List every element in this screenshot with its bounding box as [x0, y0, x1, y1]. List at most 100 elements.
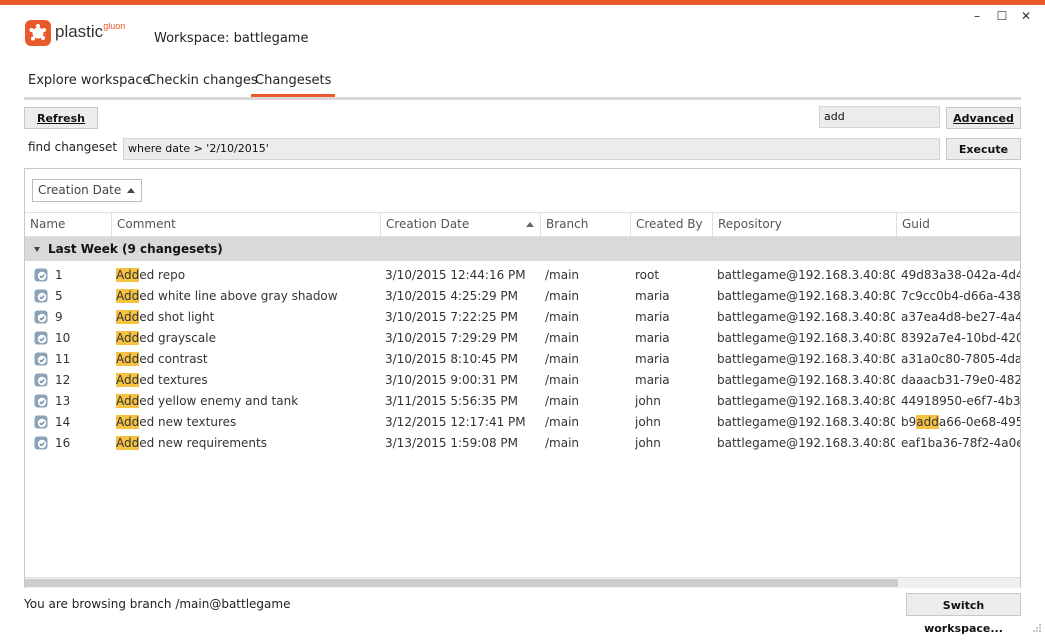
search-highlight: Add [116, 289, 140, 303]
group-label: Last Week (9 changesets) [48, 242, 223, 256]
plastic-logo-icon [25, 20, 51, 46]
group-by-select[interactable]: Creation Date [32, 179, 142, 202]
column-name[interactable]: Name [25, 213, 112, 236]
table-row[interactable]: 13 Added yellow enemy and tank 3/11/2015 5… [25, 391, 1020, 412]
scrollbar-thumb[interactable] [25, 579, 898, 587]
cell-comment: Added new requirements [116, 436, 267, 450]
status-text: You are browsing branch /main@battlegame [24, 597, 291, 611]
cell-guid: 7c9cc0b4-d66a-4385- [901, 289, 1020, 303]
tab-checkin-changes[interactable]: Checkin changes [147, 72, 258, 94]
tab-explore-workspace[interactable]: Explore workspace [28, 72, 151, 94]
tab-changesets[interactable]: Changesets [251, 72, 336, 97]
table-row[interactable]: 10 Added grayscale 3/10/2015 7:29:29 PM/ma… [25, 328, 1020, 349]
refresh-button[interactable]: Refresh [24, 107, 98, 129]
group-row-last-week[interactable]: Last Week (9 changesets) [25, 237, 1020, 261]
table-row[interactable]: 5 Added white line above gray shadow 3/10/… [25, 286, 1020, 307]
cell-date: 3/10/2015 7:22:25 PM [385, 310, 519, 324]
cell-created-by: maria [635, 352, 670, 366]
cell-comment: Added new textures [116, 415, 237, 429]
cell-name: 9 [55, 310, 63, 324]
search-highlight: Add [116, 331, 140, 345]
cell-created-by: root [635, 268, 660, 282]
changeset-icon [34, 415, 48, 429]
cell-created-by: maria [635, 289, 670, 303]
close-button[interactable]: ✕ [1016, 8, 1036, 24]
cell-name: 12 [55, 373, 71, 387]
cell-branch: /main [545, 415, 580, 429]
cell-branch: /main [545, 394, 580, 408]
cell-created-by: john [635, 436, 661, 450]
cell-name: 1 [55, 268, 63, 282]
sort-ascending-icon [526, 222, 534, 227]
cell-created-by: john [635, 394, 661, 408]
cell-branch: /main [545, 331, 580, 345]
changeset-icon [34, 436, 48, 450]
search-highlight: Add [116, 352, 140, 366]
column-repository[interactable]: Repository [713, 213, 897, 236]
minimize-button[interactable]: – [967, 8, 987, 24]
cell-repository: battlegame@192.168.3.40:8087 [717, 289, 895, 303]
search-highlight: Add [116, 373, 140, 387]
cell-repository: battlegame@192.168.3.40:8087 [717, 310, 895, 324]
table-row[interactable]: 9 Added shot light 3/10/2015 7:22:25 PM/ma… [25, 307, 1020, 328]
cell-guid: 49d83a38-042a-4d4c [901, 268, 1020, 282]
cell-guid: b9adda66-0e68-4957 [901, 415, 1020, 429]
horizontal-scrollbar[interactable] [25, 577, 1020, 588]
cell-name: 10 [55, 331, 71, 345]
changeset-icon [34, 331, 48, 345]
resize-grip-icon[interactable] [1032, 623, 1042, 633]
table-row[interactable]: 11 Added contrast 3/10/2015 8:10:45 PM/mai… [25, 349, 1020, 370]
table-row[interactable]: 12 Added textures 3/10/2015 9:00:31 PM/mai… [25, 370, 1020, 391]
changeset-icon [34, 352, 48, 366]
cell-name: 16 [55, 436, 71, 450]
column-created-by[interactable]: Created By [631, 213, 713, 236]
cell-repository: battlegame@192.168.3.40:8087 [717, 415, 895, 429]
table-row[interactable]: 16 Added new requirements 3/13/2015 1:59:0… [25, 433, 1020, 454]
cell-created-by: maria [635, 310, 670, 324]
table-row[interactable]: 1 Added repo 3/10/2015 12:44:16 PM/main roo… [25, 265, 1020, 286]
find-changeset-label: find changeset [28, 140, 118, 154]
advanced-button[interactable]: Advanced [946, 107, 1021, 129]
cell-repository: battlegame@192.168.3.40:8087 [717, 352, 895, 366]
cell-created-by: maria [635, 373, 670, 387]
cell-comment: Added textures [116, 373, 208, 387]
column-comment[interactable]: Comment [112, 213, 381, 236]
query-input[interactable]: where date > '2/10/2015' [123, 138, 940, 160]
cell-branch: /main [545, 310, 580, 324]
cell-guid: daaacb31-79e0-4822- [901, 373, 1020, 387]
cell-date: 3/12/2015 12:17:41 PM [385, 415, 526, 429]
switch-workspace-button[interactable]: Switch workspace... [906, 593, 1021, 635]
cell-name: 5 [55, 289, 63, 303]
changesets-grid: Creation Date Name Comment Creation Date… [24, 168, 1021, 588]
cell-comment: Added grayscale [116, 331, 216, 345]
cell-date: 3/10/2015 7:29:29 PM [385, 331, 519, 345]
collapse-triangle-icon[interactable] [34, 247, 40, 252]
cell-comment: Added contrast [116, 352, 208, 366]
maximize-button[interactable]: ☐ [992, 8, 1012, 24]
cell-branch: /main [545, 268, 580, 282]
search-highlight: Add [116, 436, 140, 450]
changeset-icon [34, 268, 48, 282]
column-header-row: Name Comment Creation Date Branch Create… [25, 212, 1020, 237]
changeset-icon [34, 310, 48, 324]
table-row[interactable]: 14 Added new textures 3/12/2015 12:17:41 P… [25, 412, 1020, 433]
execute-button[interactable]: Execute [946, 138, 1021, 160]
cell-repository: battlegame@192.168.3.40:8087 [717, 331, 895, 345]
search-highlight: Add [116, 310, 140, 324]
search-highlight: Add [116, 415, 140, 429]
column-branch[interactable]: Branch [541, 213, 631, 236]
cell-date: 3/10/2015 9:00:31 PM [385, 373, 519, 387]
cell-guid: 8392a7e4-10bd-420f- [901, 331, 1020, 345]
search-input[interactable]: add [819, 106, 940, 128]
cell-date: 3/10/2015 8:10:45 PM [385, 352, 519, 366]
cell-guid: a31a0c80-7805-4da1- [901, 352, 1020, 366]
cell-repository: battlegame@192.168.3.40:8087 [717, 436, 895, 450]
column-guid[interactable]: Guid [897, 213, 1020, 236]
column-creation-date[interactable]: Creation Date [381, 213, 541, 236]
cell-branch: /main [545, 373, 580, 387]
cell-created-by: maria [635, 331, 670, 345]
cell-date: 3/10/2015 4:25:29 PM [385, 289, 519, 303]
cell-comment: Added yellow enemy and tank [116, 394, 299, 408]
cell-repository: battlegame@192.168.3.40:8087 [717, 394, 895, 408]
cell-name: 11 [55, 352, 71, 366]
